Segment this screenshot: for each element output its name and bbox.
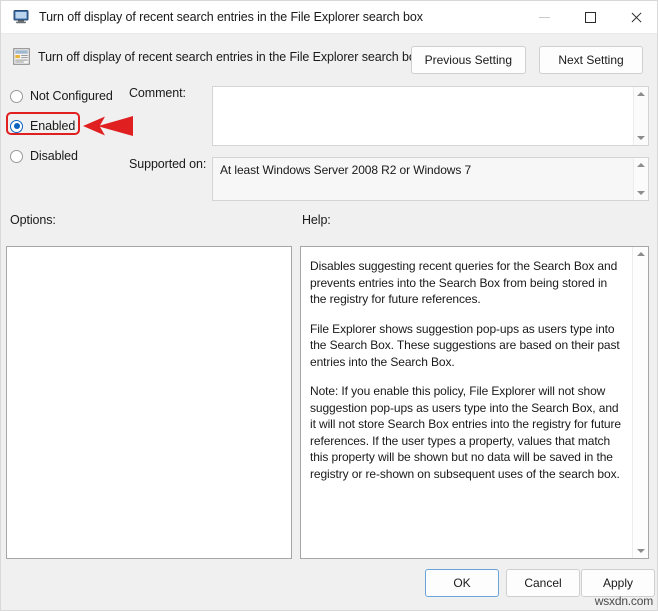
radio-circle-selected-icon <box>10 120 23 133</box>
window-title: Turn off display of recent search entrie… <box>39 10 423 24</box>
supported-on-value: At least Windows Server 2008 R2 or Windo… <box>220 163 471 177</box>
supported-on-field: At least Windows Server 2008 R2 or Windo… <box>212 157 649 201</box>
help-paragraph: Disables suggesting recent queries for t… <box>310 258 623 308</box>
radio-label-disabled: Disabled <box>30 149 78 163</box>
chevron-down-icon <box>637 549 645 553</box>
scroll-up-button[interactable] <box>634 87 648 101</box>
scroll-up-button[interactable] <box>633 247 648 261</box>
apply-button[interactable]: Apply <box>581 569 655 597</box>
window-controls <box>521 1 658 34</box>
radio-disabled[interactable]: Disabled <box>10 145 130 167</box>
policy-setting-icon <box>13 48 30 65</box>
setting-state-section: Not Configured Enabled Disabled Comment:… <box>1 79 658 207</box>
group-policy-setting-dialog: Turn off display of recent search entrie… <box>0 0 658 611</box>
help-paragraph: File Explorer shows suggestion pop-ups a… <box>310 321 623 371</box>
computer-monitor-icon <box>13 9 31 25</box>
chevron-down-icon <box>637 191 645 195</box>
scroll-down-button[interactable] <box>634 131 648 145</box>
maximize-icon <box>585 12 596 23</box>
dialog-footer: OK Cancel Apply wsxdn.com <box>1 557 658 610</box>
setting-title: Turn off display of recent search entrie… <box>38 50 422 64</box>
scroll-up-button[interactable] <box>634 158 648 172</box>
scroll-down-button[interactable] <box>634 186 648 200</box>
minimize-button[interactable] <box>521 1 567 34</box>
chevron-down-icon <box>637 136 645 140</box>
comment-input[interactable] <box>212 86 649 146</box>
radio-circle-icon <box>10 90 23 103</box>
help-scrollbar[interactable] <box>632 247 648 558</box>
previous-setting-button[interactable]: Previous Setting <box>411 46 526 74</box>
chevron-up-icon <box>637 163 645 167</box>
radio-label-not-configured: Not Configured <box>30 89 113 103</box>
ok-button[interactable]: OK <box>425 569 499 597</box>
close-button[interactable] <box>613 1 658 34</box>
comment-label: Comment: <box>129 86 186 100</box>
title-bar: Turn off display of recent search entrie… <box>1 1 658 34</box>
comment-scrollbar[interactable] <box>633 87 648 145</box>
cancel-button[interactable]: Cancel <box>506 569 580 597</box>
help-label: Help: <box>302 213 331 227</box>
supported-on-scrollbar[interactable] <box>633 158 648 200</box>
chevron-up-icon <box>637 252 645 256</box>
options-label: Options: <box>10 213 56 227</box>
scroll-down-button[interactable] <box>633 544 648 558</box>
close-icon <box>630 11 643 24</box>
next-setting-button[interactable]: Next Setting <box>539 46 643 74</box>
radio-label-enabled: Enabled <box>30 119 75 133</box>
radio-circle-icon <box>10 150 23 163</box>
radio-enabled[interactable]: Enabled <box>10 115 130 137</box>
minimize-icon <box>539 17 550 18</box>
help-paragraph: Note: If you enable this policy, File Ex… <box>310 383 623 482</box>
chevron-up-icon <box>637 92 645 96</box>
setting-navigation: Previous Setting Next Setting <box>411 46 643 74</box>
watermark: wsxdn.com <box>595 594 653 608</box>
help-panel: Disables suggesting recent queries for t… <box>300 246 649 559</box>
maximize-button[interactable] <box>567 1 613 34</box>
help-text: Disables suggesting recent queries for t… <box>301 247 633 558</box>
options-panel[interactable] <box>6 246 292 559</box>
state-radio-group: Not Configured Enabled Disabled <box>10 85 130 175</box>
radio-not-configured[interactable]: Not Configured <box>10 85 130 107</box>
supported-on-label: Supported on: <box>129 157 206 171</box>
